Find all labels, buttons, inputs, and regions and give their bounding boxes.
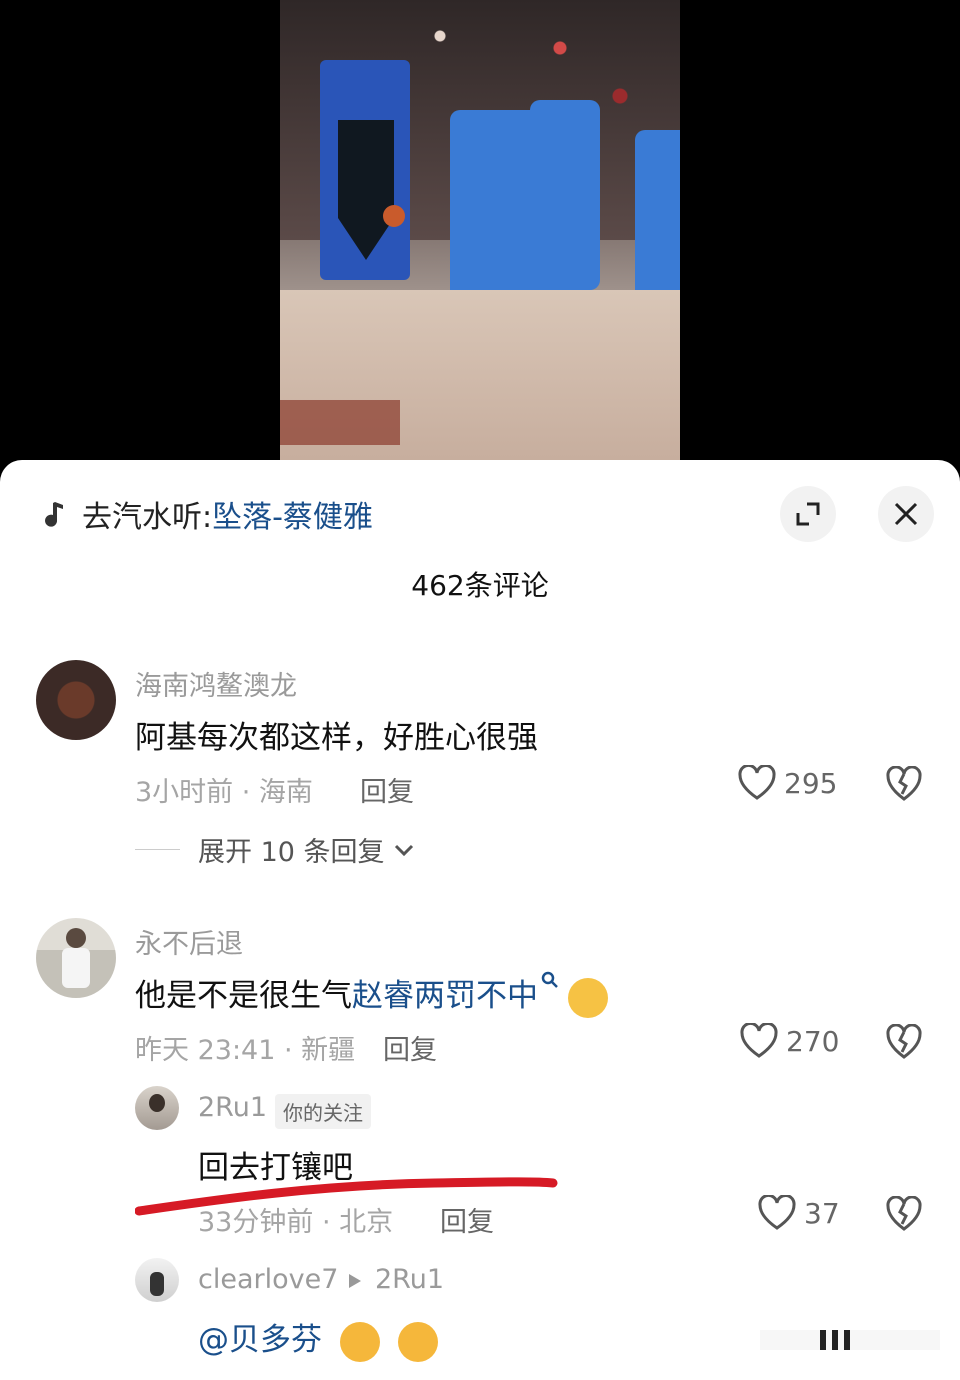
- avatar-figure: [62, 948, 90, 988]
- broken-heart-icon: [886, 1195, 922, 1231]
- close-button[interactable]: [878, 486, 934, 542]
- heart-icon: [738, 765, 776, 800]
- comment-text-prefix: 他是不是很生气: [135, 978, 352, 1014]
- reply-to-username[interactable]: 2Ru1: [375, 1264, 444, 1295]
- video-player[interactable]: [0, 0, 960, 470]
- broken-heart-icon: [886, 765, 922, 801]
- like-count: 270: [786, 1024, 840, 1058]
- comment-time-location: 昨天 23:41 · 新疆: [135, 1035, 356, 1066]
- dislike-button[interactable]: [886, 765, 922, 806]
- chevron-down-icon: [394, 844, 413, 856]
- music-link[interactable]: 去汽水听: 坠落-蔡健雅: [40, 492, 373, 536]
- red-underline-annotation: [135, 1177, 558, 1216]
- reply-button[interactable]: 回复: [383, 1028, 437, 1067]
- following-tag: 你的关注: [275, 1094, 371, 1129]
- avatar[interactable]: [36, 918, 116, 998]
- basketball: [383, 205, 405, 227]
- avatar[interactable]: [135, 1086, 179, 1130]
- reply-arrow-icon: [349, 1274, 361, 1288]
- divider: [135, 849, 180, 850]
- heart-icon: [758, 1195, 796, 1230]
- comment-text: 他是不是很生气赵睿两罚不中: [135, 970, 608, 1018]
- avatar[interactable]: [36, 660, 116, 740]
- avatar-figure: [150, 1272, 164, 1296]
- cool-emoji-icon: [397, 1321, 438, 1362]
- mention-link[interactable]: @贝多芬: [198, 1322, 322, 1358]
- broken-heart-icon: [886, 1023, 922, 1059]
- court-logo: [280, 400, 400, 445]
- music-note-icon: [40, 500, 68, 528]
- reply-username[interactable]: clearlove7: [198, 1264, 338, 1295]
- reply-username[interactable]: 2Ru1: [198, 1092, 267, 1123]
- avatar[interactable]: [135, 1258, 179, 1302]
- player-figure: [635, 130, 680, 300]
- watermark: [760, 1330, 940, 1350]
- comments-count: 462条评论: [411, 569, 549, 602]
- grin-emoji-icon: [568, 977, 608, 1018]
- music-song-title[interactable]: 坠落-蔡健雅: [212, 492, 373, 536]
- dislike-button[interactable]: [886, 1023, 922, 1064]
- close-icon: [894, 502, 918, 526]
- like-button[interactable]: 37: [758, 1195, 840, 1231]
- cool-emoji-icon: [339, 1321, 380, 1362]
- avatar-figure: [66, 928, 86, 948]
- dislike-button[interactable]: [886, 1195, 922, 1236]
- expand-button[interactable]: [780, 486, 836, 542]
- comment-username[interactable]: 永不后退: [135, 922, 243, 961]
- reply-button[interactable]: 回复: [360, 770, 414, 809]
- like-count: 37: [804, 1196, 840, 1230]
- reply-text: @贝多芬: [198, 1314, 438, 1362]
- avatar-figure: [149, 1094, 165, 1112]
- expand-icon: [796, 502, 820, 526]
- search-link[interactable]: 赵睿两罚不中: [352, 978, 538, 1014]
- comment-username[interactable]: 海南鸿鳌澳龙: [135, 664, 297, 703]
- music-prefix: 去汽水听:: [82, 500, 213, 535]
- expand-replies[interactable]: 展开 10 条回复: [135, 830, 415, 869]
- expand-replies-label: 展开 10 条回复: [198, 837, 385, 868]
- like-button[interactable]: 270: [740, 1023, 839, 1059]
- like-count: 295: [784, 766, 838, 800]
- heart-icon: [740, 1023, 778, 1058]
- like-button[interactable]: 295: [738, 765, 837, 801]
- search-mark-icon: [541, 971, 558, 988]
- comments-sheet: 去汽水听: 坠落-蔡健雅 462条评论 海南鸿鳌澳龙 阿基每次都这样，好胜心很强…: [0, 460, 960, 1380]
- comment-time-location: 3小时前 · 海南: [135, 777, 313, 808]
- comment-text: 阿基每次都这样，好胜心很强: [135, 720, 538, 756]
- player-figure: [530, 100, 600, 290]
- video-frame: [280, 0, 680, 460]
